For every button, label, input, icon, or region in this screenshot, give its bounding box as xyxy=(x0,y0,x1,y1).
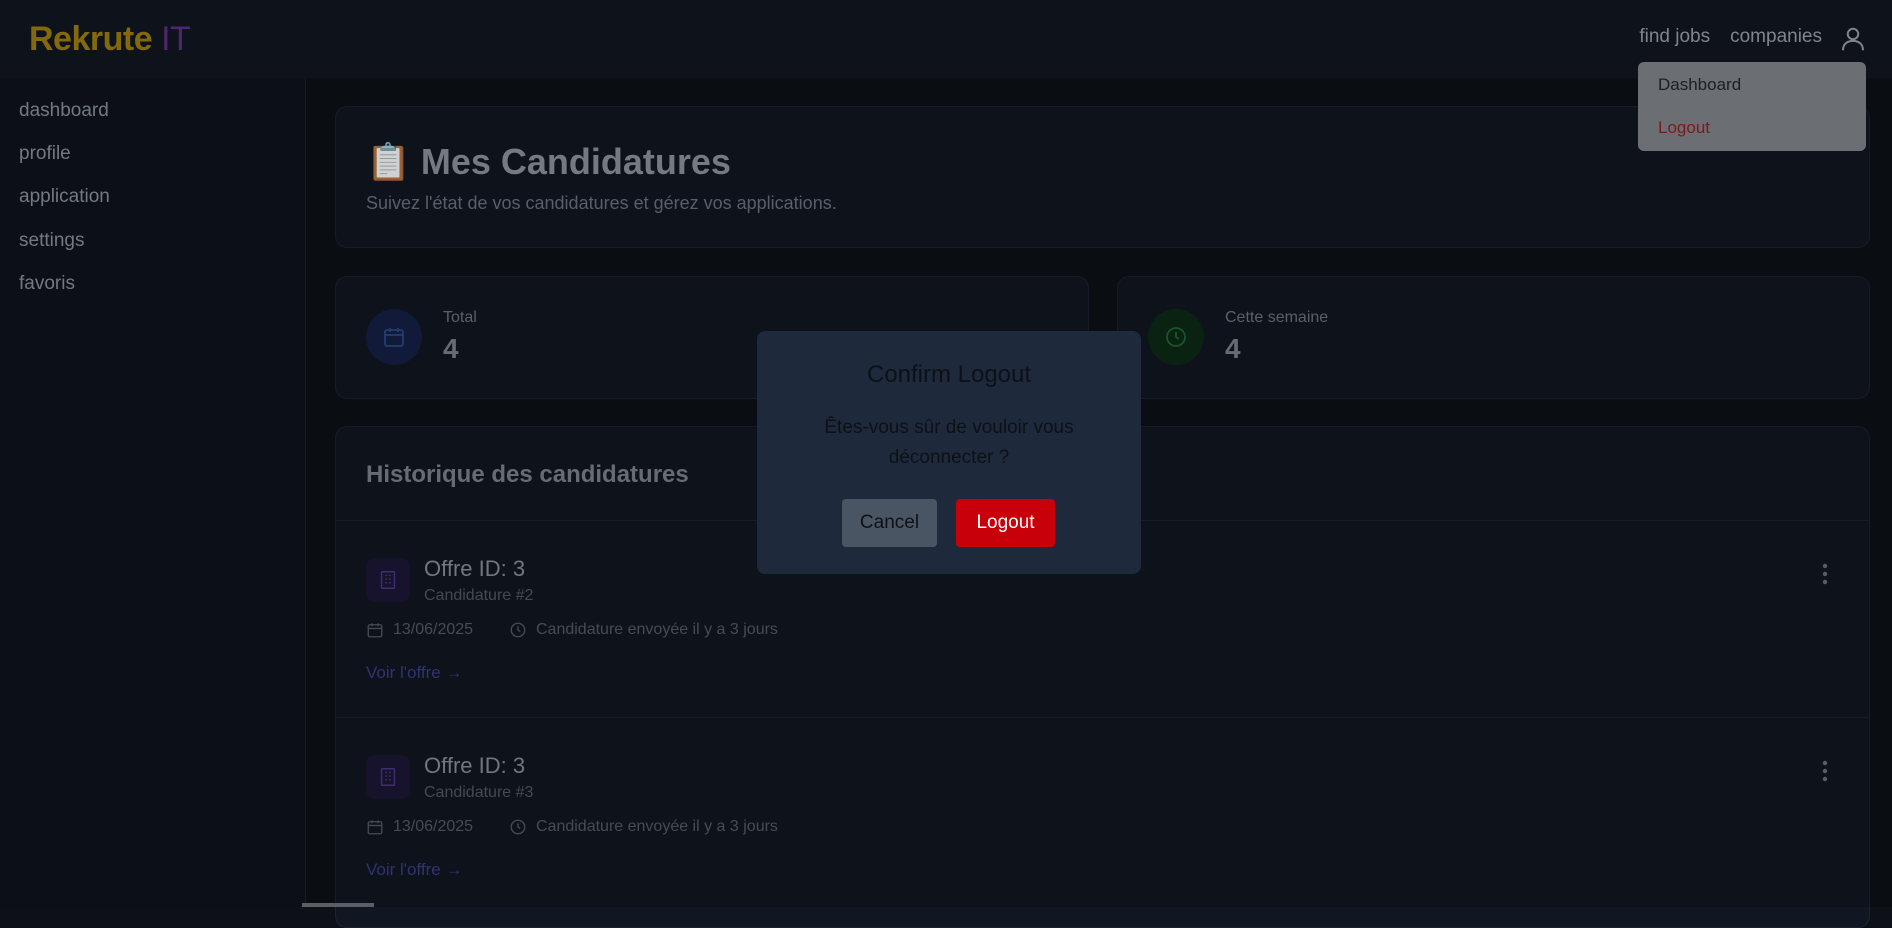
dropdown-item-dashboard[interactable]: Dashboard xyxy=(1658,75,1741,95)
logout-button[interactable]: Logout xyxy=(956,499,1055,547)
horizontal-scrollbar[interactable] xyxy=(302,903,374,907)
dropdown-item-logout[interactable]: Logout xyxy=(1658,118,1710,138)
dialog-title: Confirm Logout xyxy=(866,361,1032,388)
confirm-logout-dialog: Confirm Logout Êtes-vous sûr de vouloir … xyxy=(757,331,1141,574)
user-dropdown-menu: Dashboard Logout xyxy=(1638,62,1866,151)
cancel-button[interactable]: Cancel xyxy=(842,499,937,547)
dialog-message: Êtes-vous sûr de vouloir vous déconnecte… xyxy=(824,417,1074,468)
